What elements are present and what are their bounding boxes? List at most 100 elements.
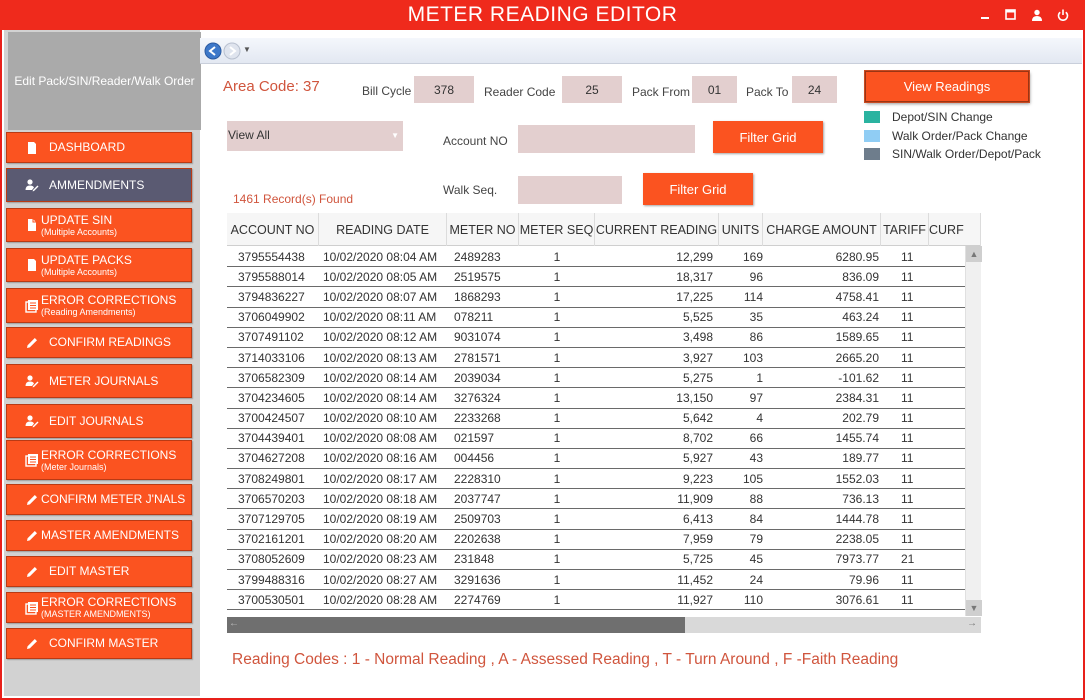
scroll-right-icon[interactable]: → [967, 618, 977, 629]
scroll-down-icon[interactable]: ▼ [966, 600, 982, 616]
table-cell: 736.13 [842, 491, 879, 506]
user-edit-icon-glyph [25, 415, 39, 428]
table-row[interactable]: 3702161201 10/02/2020 08:20 AM 2202638 1 7,9… [227, 530, 965, 550]
sidebar-item-confirm-readings[interactable]: CONFIRM READINGS [6, 327, 192, 358]
table-row[interactable]: 3704234605 10/02/2020 08:14 AM 3276324 1 13,… [227, 388, 965, 409]
table-cell: 836.09 [842, 269, 879, 284]
column-header[interactable]: UNITS [719, 213, 763, 246]
table-row[interactable]: 3700530501 10/02/2020 08:28 AM 2274769 1 11,… [227, 590, 965, 611]
account-no-label: Account NO [443, 134, 508, 148]
filter-grid-account-button[interactable]: Filter Grid [713, 121, 823, 153]
table-cell: 43 [749, 451, 763, 466]
table-cell: 2202638 [454, 532, 501, 547]
sidebar-item-error-corrections-reading-amendments[interactable]: ERROR CORRECTIONS (Reading Amendments) [6, 288, 192, 323]
legend-sin-walk: SIN/Walk Order/Depot/Pack [864, 147, 1041, 161]
column-header[interactable]: METER SEQ [519, 213, 595, 246]
table-row[interactable]: 3708052609 10/02/2020 08:23 AM 231848 1 5,72… [227, 550, 965, 570]
maximize-icon[interactable] [1002, 6, 1019, 23]
table-cell: 11 [901, 269, 914, 284]
sidebar-item-ammendments[interactable]: AMMENDMENTS [6, 168, 192, 202]
table-row[interactable]: 3700424507 10/02/2020 08:10 AM 2233268 1 5,6… [227, 409, 965, 429]
bill-cycle-field[interactable]: 378 [414, 76, 474, 103]
table-cell: 45 [749, 552, 763, 567]
sidebar-item-title: EDIT JOURNALS [49, 413, 144, 428]
sidebar-item-dashboard[interactable]: DASHBOARD [6, 132, 192, 163]
table-row[interactable]: 3707491102 10/02/2020 08:12 AM 9031074 1 3,4… [227, 328, 965, 348]
table-cell: 1552.03 [835, 471, 879, 486]
sidebar-item-confirm-meter-j-nals[interactable]: CONFIRM METER J'NALS [6, 484, 192, 515]
table-row[interactable]: 3706582309 10/02/2020 08:14 AM 2039034 1 5,2… [227, 368, 965, 389]
pack-from-field[interactable]: 01 [692, 76, 737, 103]
column-header[interactable]: ACCOUNT NO [227, 213, 319, 246]
pack-to-field[interactable]: 24 [792, 76, 837, 103]
navigation-bar: ▼ [200, 38, 1082, 64]
table-cell: 1 [553, 491, 561, 506]
column-header[interactable]: CHARGE AMOUNT [763, 213, 881, 246]
power-icon[interactable] [1054, 6, 1071, 23]
horizontal-scrollbar[interactable]: ← → [227, 617, 981, 633]
column-header[interactable]: CURF [929, 213, 981, 246]
table-row[interactable]: 3794836227 10/02/2020 08:07 AM 1868293 1 17,… [227, 287, 965, 308]
table-row[interactable]: 3704439401 10/02/2020 08:08 AM 021597 1 8,70… [227, 429, 965, 449]
sidebar-item-master-amendments[interactable]: MASTER AMENDMENTS [6, 520, 192, 551]
sidebar-item-subtitle: (Multiple Accounts) [41, 226, 118, 237]
horizontal-scroll-thumb[interactable] [227, 617, 685, 633]
history-dropdown-icon[interactable]: ▼ [243, 45, 251, 54]
sidebar-item-label: ERROR CORRECTIONS (Meter Journals) [41, 448, 176, 472]
sidebar-item-meter-journals[interactable]: METER JOURNALS [6, 364, 192, 398]
walk-seq-field[interactable] [518, 176, 622, 204]
sidebar-item-edit-journals[interactable]: EDIT JOURNALS [6, 404, 192, 438]
table-cell: 1 [553, 249, 561, 264]
table-cell: 1 [553, 330, 561, 345]
view-readings-button[interactable]: View Readings [865, 71, 1029, 102]
column-header[interactable]: METER NO [447, 213, 519, 246]
table-row[interactable]: 3706049902 10/02/2020 08:11 AM 078211 1 5,52… [227, 308, 965, 328]
table-cell: 5,927 [682, 451, 713, 466]
table-row[interactable]: 3795554438 10/02/2020 08:04 AM 2489283 1 12,… [227, 247, 965, 268]
sidebar-item-update-packs-multiple-accounts[interactable]: UPDATE PACKS (Multiple Accounts) [6, 248, 192, 282]
reader-code-field[interactable]: 25 [562, 76, 622, 103]
table-row[interactable]: 3707129705 10/02/2020 08:19 AM 2509703 1 6,4… [227, 509, 965, 530]
table-row[interactable]: 3714033106 10/02/2020 08:13 AM 2781571 1 3,9… [227, 348, 965, 369]
table-cell: 3708052609 [238, 552, 305, 567]
table-row[interactable]: 3708249801 10/02/2020 08:17 AM 2228310 1 9,2… [227, 469, 965, 490]
column-header[interactable]: CURRENT READING [595, 213, 719, 246]
forward-arrow-icon[interactable] [223, 42, 241, 60]
minimize-icon[interactable] [976, 6, 993, 23]
table-cell: 11 [901, 592, 914, 607]
sidebar-item-title: UPDATE PACKS [41, 252, 132, 267]
view-filter-select[interactable]: View All ▼ [227, 121, 403, 151]
table-row[interactable]: 3799488316 10/02/2020 08:27 AM 3291636 1 11,… [227, 570, 965, 591]
bill-cycle-label: Bill Cycle [362, 84, 412, 98]
table-row[interactable]: 3706570203 10/02/2020 08:18 AM 2037747 1 11,… [227, 489, 965, 510]
table-row[interactable]: 3795588014 10/02/2020 08:05 AM 2519575 1 18,… [227, 267, 965, 288]
table-cell: 24 [749, 572, 763, 587]
sidebar-item-label: CONFIRM READINGS [49, 336, 171, 349]
table-cell: 1 [553, 350, 561, 365]
column-header[interactable]: READING DATE [319, 213, 447, 246]
vertical-scrollbar[interactable]: ▲ ▼ [965, 246, 982, 616]
sidebar-item-edit-master[interactable]: EDIT MASTER [6, 556, 192, 587]
table-cell: 1 [553, 390, 561, 405]
sidebar-item-error-corrections-meter-journals[interactable]: ERROR CORRECTIONS (Meter Journals) [6, 440, 192, 480]
account-no-field[interactable] [518, 125, 695, 153]
user-icon[interactable] [1028, 6, 1045, 23]
back-arrow-icon[interactable] [204, 42, 222, 60]
scroll-left-icon[interactable]: ← [229, 618, 239, 629]
column-header[interactable]: TARIFF [881, 213, 929, 246]
sidebar-item-title: ERROR CORRECTIONS [41, 595, 177, 609]
table-cell: 11 [901, 330, 914, 345]
table-cell: 3291636 [454, 572, 501, 587]
table-cell: 11 [901, 532, 914, 547]
records-found-count: 1461 Record(s) Found [233, 192, 354, 206]
sidebar-item-update-sin-multiple-accounts[interactable]: UPDATE SIN (Multiple Accounts) [6, 208, 192, 242]
sidebar-header: Edit Pack/SIN/Reader/Walk Order [8, 32, 201, 130]
table-row[interactable]: 3704627208 10/02/2020 08:16 AM 004456 1 5,92… [227, 449, 965, 470]
sidebar-item-confirm-master[interactable]: CONFIRM MASTER [6, 628, 192, 659]
filter-grid-walk-button[interactable]: Filter Grid [643, 173, 753, 205]
table-cell: 004456 [454, 451, 495, 466]
table-cell: 3,498 [682, 330, 713, 345]
sidebar-item-subtitle: (Reading Amendments) [41, 307, 136, 317]
sidebar-item-error-corrections-master-amendments[interactable]: ERROR CORRECTIONS (MASTER AMENDMENTS) [6, 592, 192, 623]
scroll-up-icon[interactable]: ▲ [966, 246, 982, 262]
